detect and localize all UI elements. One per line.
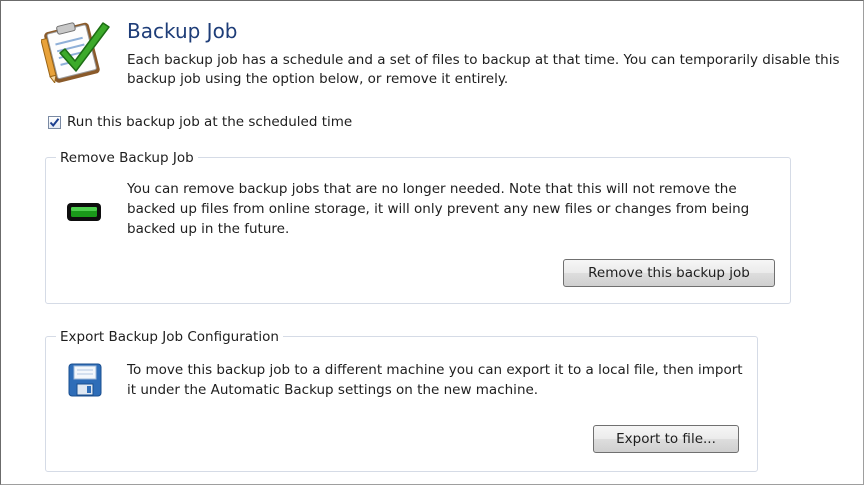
export-to-file-button[interactable]: Export to file... bbox=[593, 425, 739, 453]
checkmark-icon bbox=[49, 117, 60, 127]
checkbox-box[interactable] bbox=[48, 115, 61, 129]
export-group-description: To move this backup job to a different m… bbox=[127, 362, 743, 398]
remove-icon bbox=[67, 203, 101, 221]
remove-backup-job-group: Remove Backup Job You can remove backup … bbox=[45, 149, 791, 304]
page-description: Each backup job has a schedule and a set… bbox=[127, 52, 840, 87]
run-on-schedule-checkbox[interactable]: Run this backup job at the scheduled tim… bbox=[48, 114, 352, 130]
run-on-schedule-label: Run this backup job at the scheduled tim… bbox=[67, 114, 353, 130]
page-title: Backup Job bbox=[127, 19, 238, 43]
export-configuration-group: Export Backup Job Configuration To move … bbox=[45, 328, 758, 472]
remove-group-title: Remove Backup Job bbox=[56, 149, 198, 167]
backup-job-panel: Backup Job Each backup job has a schedul… bbox=[0, 0, 864, 485]
remove-backup-job-button[interactable]: Remove this backup job bbox=[563, 259, 775, 287]
export-group-title: Export Backup Job Configuration bbox=[56, 328, 283, 346]
floppy-disk-icon bbox=[68, 363, 102, 397]
clipboard-checkmark-icon bbox=[41, 22, 110, 83]
remove-group-description: You can remove backup jobs that are no l… bbox=[127, 181, 750, 237]
